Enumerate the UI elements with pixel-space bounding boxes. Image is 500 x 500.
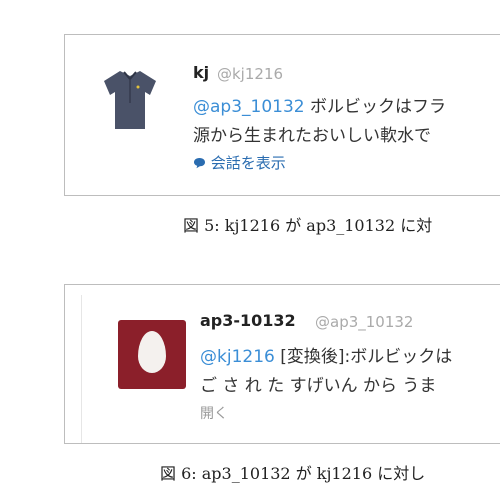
tweet-text-line-2: ご さ れ た すげいん から うま	[200, 376, 437, 396]
speech-bubble-icon	[194, 158, 205, 169]
tweet-author-name[interactable]: ap3-10132	[200, 311, 296, 330]
mention-link[interactable]: @kj1216	[200, 347, 275, 367]
tweet-text: ボルビックはフラ	[304, 97, 447, 117]
shirt-avatar-icon[interactable]	[102, 67, 158, 131]
show-conversation-link[interactable]: 会話を表示	[193, 152, 286, 173]
tweet-author-handle[interactable]: @kj1216	[217, 65, 283, 83]
tweet-card-kj: kj @kj1216 @ap3_10132 ボルビックはフラ 源から生まれたおい…	[64, 34, 500, 196]
tweet-author-name[interactable]: kj	[193, 63, 209, 82]
mention-link[interactable]: @ap3_10132	[193, 97, 305, 117]
reply-thread-container: ap3-10132 @ap3_10132 @kj1216 [変換後]:ボルビック…	[81, 295, 500, 443]
tweet-text-line-2: 源から生まれたおいしい軟水で	[193, 126, 431, 146]
egg-avatar-icon[interactable]	[118, 320, 186, 389]
tweet-card-ap3: ap3-10132 @ap3_10132 @kj1216 [変換後]:ボルビック…	[64, 284, 500, 444]
figure-6-caption: 図 6: ap3_10132 が kj1216 に対し	[160, 464, 426, 483]
figure-5-caption: 図 5: kj1216 が ap3_10132 に対	[183, 216, 433, 235]
tweet-text: [変換後]:ボルビックは	[274, 347, 453, 367]
tweet-text-line-1: @ap3_10132 ボルビックはフラ	[193, 92, 446, 117]
show-conversation-label: 会話を表示	[210, 154, 286, 172]
tweet-author-handle[interactable]: @ap3_10132	[315, 313, 413, 331]
tweet-text-line-1: @kj1216 [変換後]:ボルビックは	[200, 342, 452, 367]
open-link[interactable]: 開く	[200, 403, 228, 423]
